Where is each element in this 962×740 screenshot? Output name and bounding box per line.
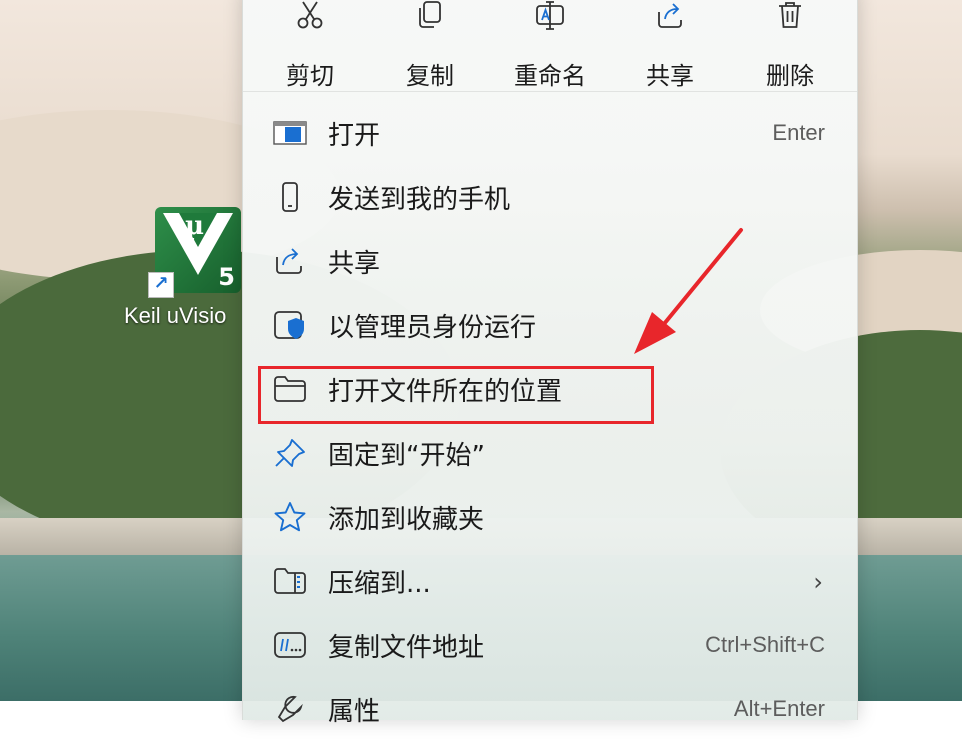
annotation-arrow	[634, 228, 743, 354]
